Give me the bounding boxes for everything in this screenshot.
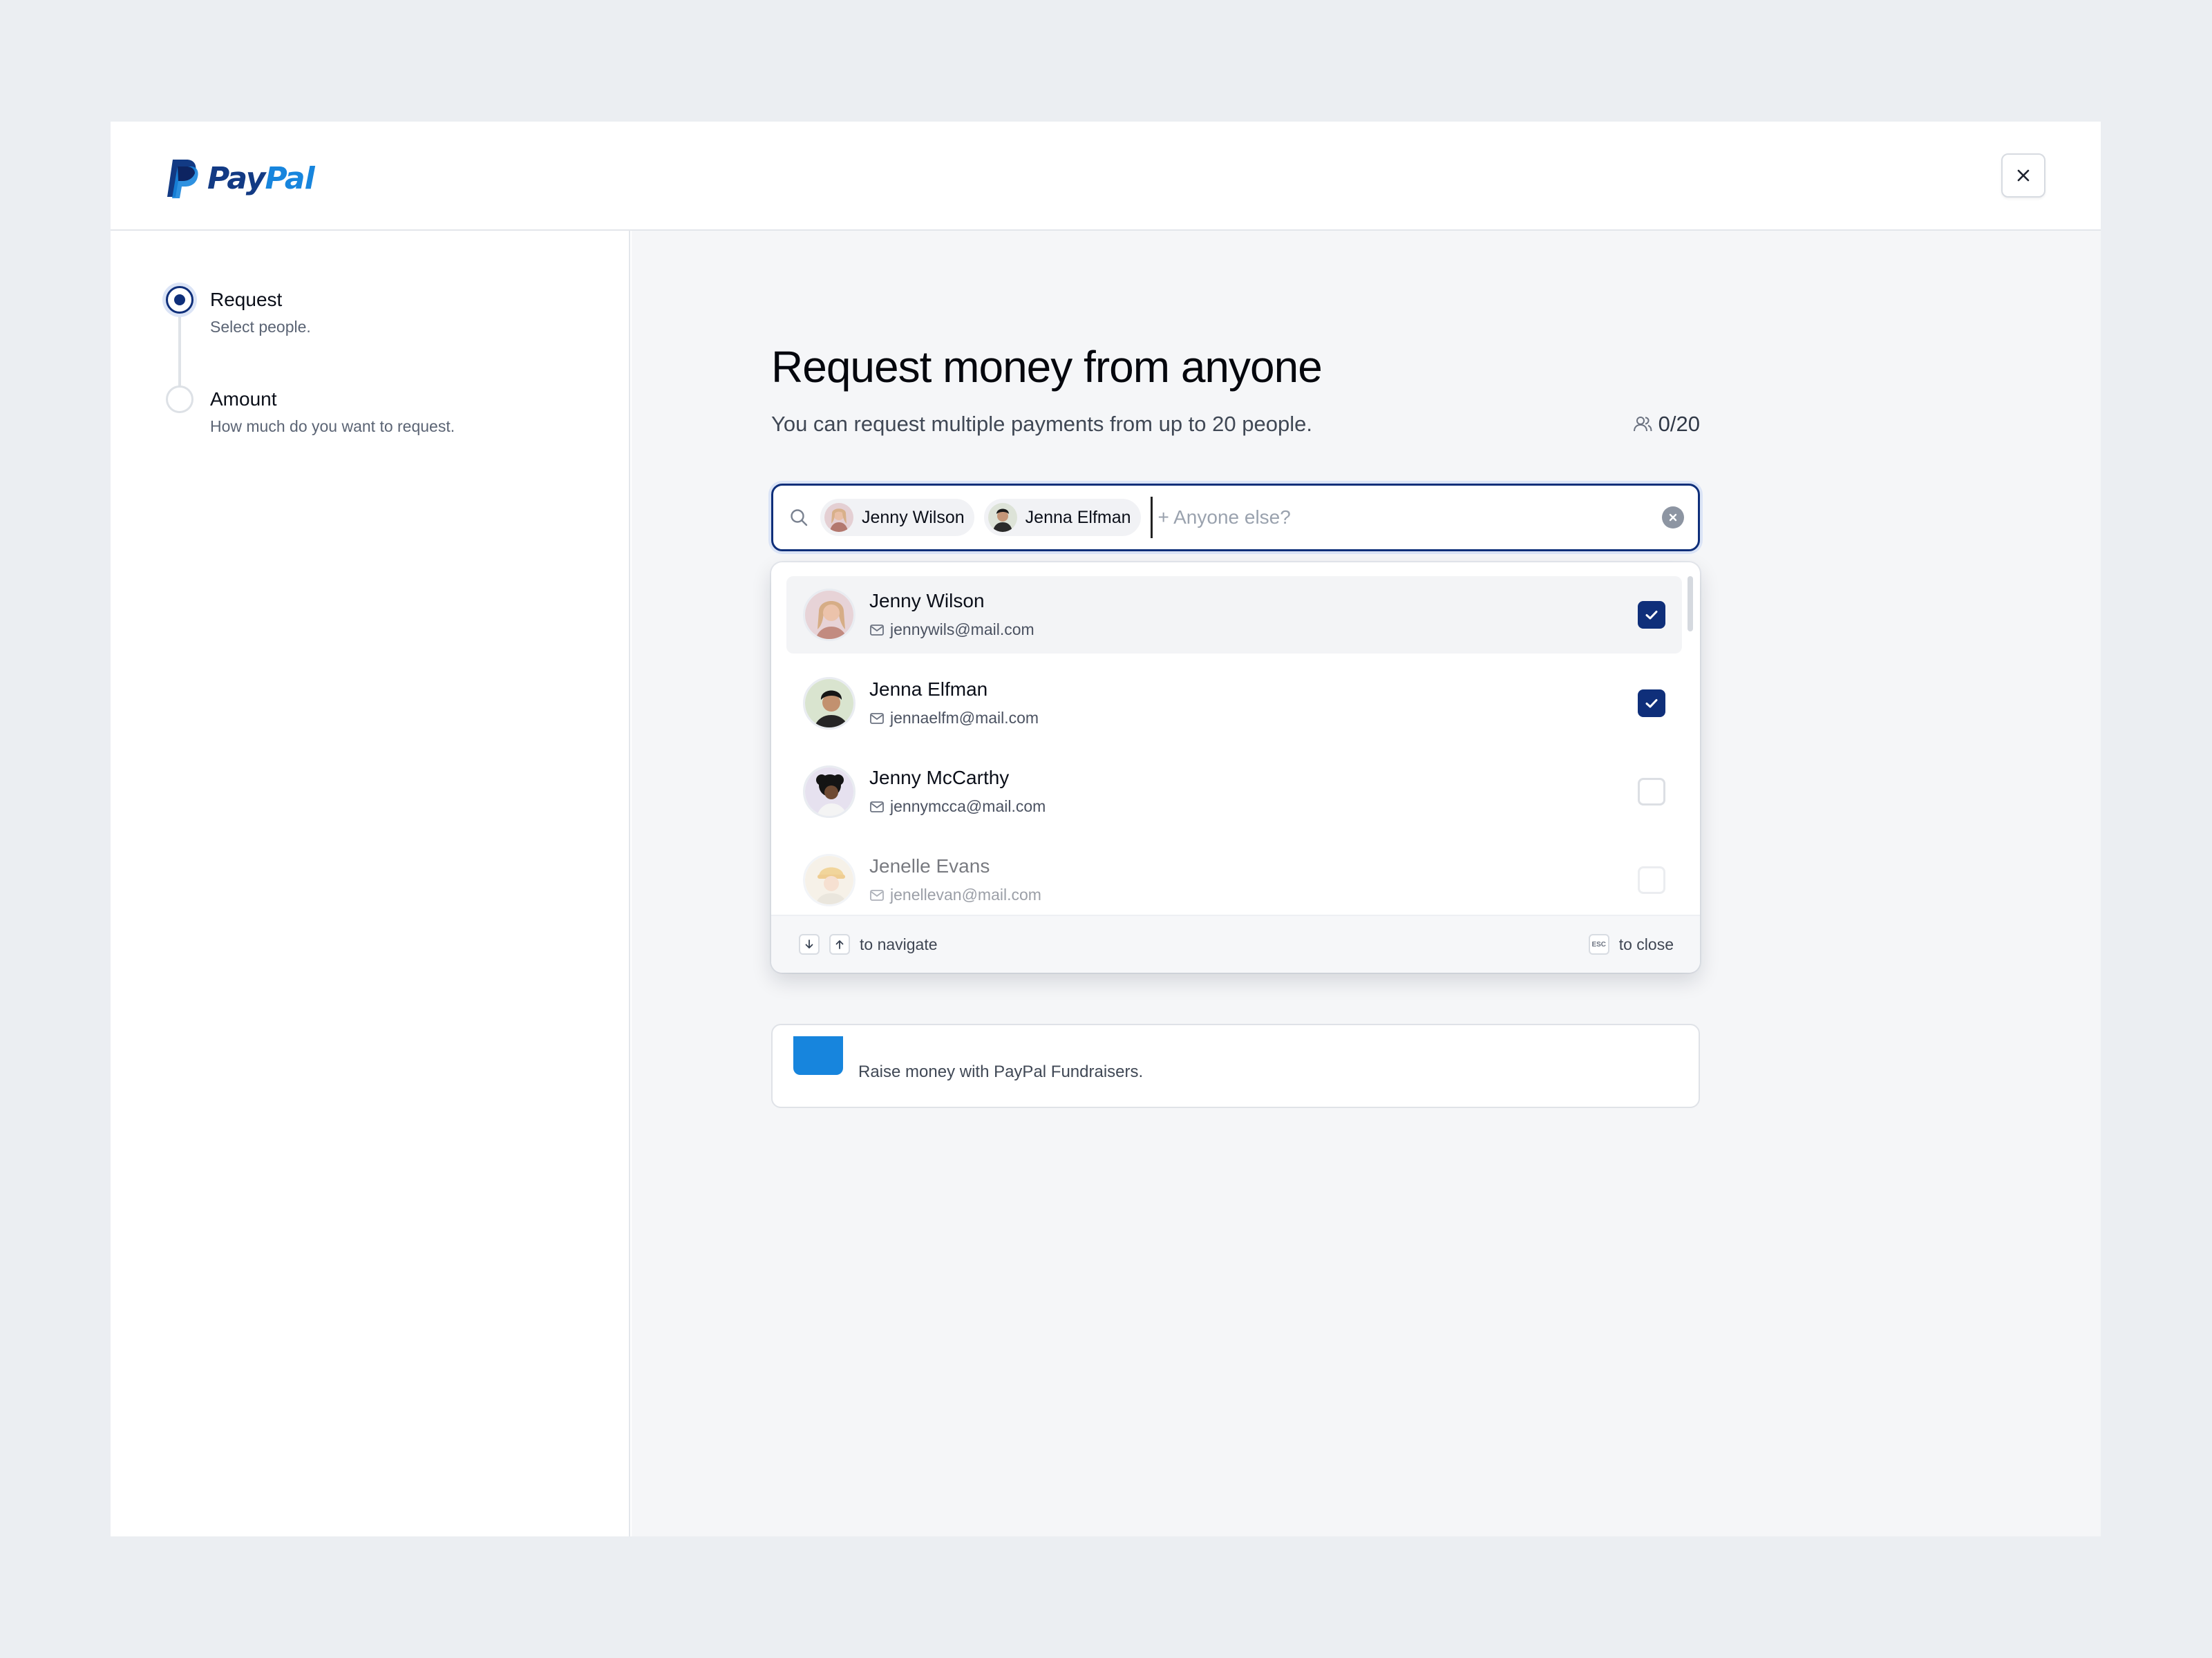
- arrow-up-icon: [835, 940, 844, 949]
- fundraiser-text: Raise money with PayPal Fundraisers.: [858, 1063, 1144, 1081]
- mail-icon: [870, 801, 884, 812]
- close-icon: [2017, 169, 2030, 182]
- users-icon: [1633, 417, 1652, 432]
- avatar: [803, 589, 856, 641]
- step-active-indicator: [166, 286, 193, 314]
- arrow-down-icon: [805, 940, 813, 949]
- fundraiser-card[interactable]: Raise money with PayPal Fundraisers.: [771, 1024, 1700, 1108]
- avatar: [824, 503, 853, 532]
- contact-email: jenellevan@mail.com: [869, 886, 1041, 904]
- dropdown-footer: to navigate ESC to close: [771, 915, 1700, 973]
- contact-checkbox[interactable]: [1638, 866, 1665, 894]
- contact-email-text: jenellevan@mail.com: [890, 886, 1041, 904]
- header: PayPal: [111, 122, 2101, 231]
- contact-name: Jenelle Evans: [869, 855, 990, 877]
- logo-pal-text: Pal: [265, 160, 314, 196]
- contact-name: Jenna Elfman: [869, 678, 988, 700]
- logo-pay-text: Pay: [207, 160, 265, 196]
- step-subtitle: How much do you want to request.: [210, 417, 455, 435]
- mail-icon: [870, 624, 884, 636]
- step-title: Request: [210, 289, 283, 310]
- contact-name: Jenny Wilson: [869, 590, 985, 611]
- avatar: [803, 677, 856, 730]
- step-title: Amount: [210, 388, 277, 410]
- check-icon: [1645, 611, 1658, 620]
- avatar: [803, 854, 856, 906]
- esc-key: ESC: [1588, 934, 1609, 955]
- mail-icon: [870, 889, 884, 901]
- search-icon: [791, 509, 808, 526]
- navigate-hint: to navigate: [860, 935, 938, 953]
- close-button[interactable]: [2001, 153, 2045, 198]
- recipient-chip[interactable]: Jenny Wilson: [820, 499, 974, 536]
- clear-icon: [1669, 513, 1677, 522]
- contact-checkbox[interactable]: [1638, 689, 1665, 717]
- chip-label: Jenna Elfman: [1025, 507, 1131, 527]
- fundraiser-icon: [793, 1036, 843, 1075]
- contact-checkbox[interactable]: [1638, 601, 1665, 629]
- paypal-mark-icon: [167, 160, 198, 198]
- request-money-window: PayPal Request Select people. Amount How…: [111, 122, 2101, 1536]
- step-connector: [178, 314, 181, 390]
- contact-email-text: jennywils@mail.com: [890, 620, 1034, 638]
- contact-email: jennywils@mail.com: [869, 620, 1034, 639]
- contact-email-text: jennymcca@mail.com: [890, 797, 1046, 815]
- step-subtitle: Select people.: [210, 318, 311, 336]
- contact-row[interactable]: Jenny McCarthy jennymcca@mail.com: [786, 753, 1682, 830]
- contact-row[interactable]: Jenelle Evans jenellevan@mail.com: [786, 841, 1682, 915]
- contact-email-text: jennaelfm@mail.com: [890, 709, 1039, 727]
- paypal-logo: PayPal: [166, 158, 315, 199]
- contact-email: jennaelfm@mail.com: [869, 709, 1039, 727]
- recipient-counter: 0/20: [1632, 412, 1700, 437]
- avatar: [987, 503, 1017, 532]
- page-title: Request money from anyone: [771, 342, 1323, 392]
- recipient-chip[interactable]: Jenna Elfman: [983, 499, 1141, 536]
- recipient-search-field[interactable]: Jenny Wilson Jenna Elfman: [771, 484, 1700, 551]
- contacts-list: Jenny Wilson jennywils@mail.com Jenna El…: [771, 562, 1700, 915]
- contact-checkbox[interactable]: [1638, 778, 1665, 806]
- check-icon: [1645, 699, 1658, 708]
- clear-search-button[interactable]: [1662, 506, 1684, 528]
- contact-name: Jenny McCarthy: [869, 767, 1010, 788]
- mail-icon: [870, 712, 884, 724]
- main-panel: Request money from anyone You can reques…: [632, 231, 2101, 1536]
- list-scrollbar[interactable]: [1688, 576, 1693, 631]
- counter-value: 0/20: [1658, 412, 1700, 436]
- arrow-up-key: [829, 934, 850, 955]
- contacts-dropdown: Jenny Wilson jennywils@mail.com Jenna El…: [771, 562, 1700, 973]
- chip-label: Jenny Wilson: [862, 507, 965, 527]
- contact-row[interactable]: Jenny Wilson jennywils@mail.com: [786, 576, 1682, 654]
- close-hint: to close: [1618, 935, 1674, 953]
- stepper-sidebar: Request Select people. Amount How much d…: [111, 231, 630, 1536]
- arrow-down-key: [799, 934, 820, 955]
- avatar: [803, 765, 856, 818]
- search-input[interactable]: [1150, 497, 1662, 538]
- page-subtitle: You can request multiple payments from u…: [771, 412, 1312, 436]
- step-idle-indicator: [166, 385, 193, 413]
- contact-email: jennymcca@mail.com: [869, 797, 1046, 816]
- contact-row[interactable]: Jenna Elfman jennaelfm@mail.com: [786, 665, 1682, 742]
